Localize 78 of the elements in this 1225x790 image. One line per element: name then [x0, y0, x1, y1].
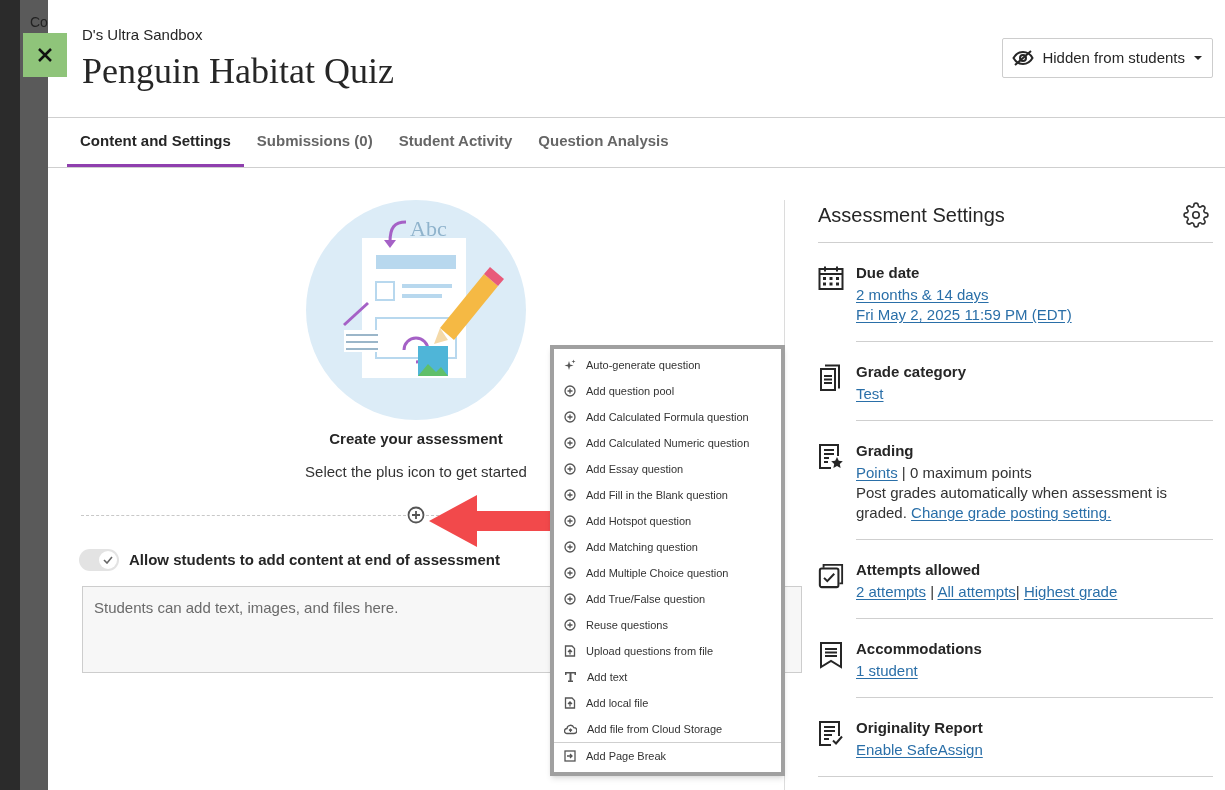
menu-item[interactable]: Add Multiple Choice question — [554, 560, 781, 586]
menu-item[interactable]: Add True/False question — [554, 586, 781, 612]
close-icon — [37, 47, 53, 63]
menu-item[interactable]: Add Matching question — [554, 534, 781, 560]
setting-link[interactable]: Test — [856, 384, 884, 404]
menu-item[interactable]: Add Page Break — [554, 743, 781, 769]
setting-title: Originality Report — [856, 718, 984, 738]
file-upload-icon — [564, 697, 576, 709]
plus-circle-icon — [564, 411, 576, 423]
close-button[interactable] — [23, 33, 67, 77]
setting-title: Attempts allowed — [856, 560, 982, 580]
tab[interactable]: Question Analysis — [525, 118, 682, 167]
grading-document-icon — [818, 443, 844, 471]
menu-item[interactable]: Auto-generate question — [554, 352, 781, 378]
setting-link[interactable]: Fri May 2, 2025 11:59 PM (EDT) — [856, 305, 1072, 325]
page-title: Penguin Habitat Quiz — [82, 49, 394, 93]
setting-title: Accommodations — [856, 639, 983, 659]
caret-icon — [1193, 55, 1203, 61]
menu-item[interactable]: Add file from Cloud Storage — [554, 716, 781, 742]
setting-link[interactable]: 2 months & 14 days — [856, 285, 989, 305]
setting-title: Grading — [856, 441, 915, 461]
plus-circle-icon — [564, 593, 576, 605]
cloud-upload-icon — [564, 723, 577, 735]
check-icon — [103, 556, 113, 565]
setting-link[interactable]: Points — [856, 464, 898, 481]
create-hint: Select the plus icon to get started — [305, 461, 527, 482]
setting-link[interactable]: All attempts — [937, 583, 1016, 600]
menu-item[interactable]: Add local file — [554, 690, 781, 716]
visibility-dropdown[interactable]: Hidden from students — [1002, 38, 1213, 78]
menu-item[interactable]: Add Fill in the Blank question — [554, 482, 781, 508]
sparkle-icon — [564, 359, 576, 371]
plus-circle-icon — [564, 463, 576, 475]
eye-off-icon — [1012, 49, 1035, 67]
create-heading: Create your assessment — [329, 429, 503, 449]
setting-link[interactable]: Change grade posting setting. — [911, 504, 1112, 521]
tab[interactable]: Content and Settings — [67, 118, 244, 167]
setting-text: Post grades automatically when assessment is graded. Change grade posting setting. — [856, 483, 1168, 523]
setting-title: Grade category — [856, 362, 968, 382]
course-name: D's Ultra Sandbox — [82, 25, 204, 45]
settings-button[interactable] — [1183, 202, 1209, 228]
setting-link[interactable]: Enable SafeAssign — [856, 740, 983, 760]
tab[interactable]: Student Activity — [385, 118, 526, 167]
setting-text: Points | 0 maximum points — [856, 463, 1033, 483]
setting-link[interactable]: 2 attempts — [856, 583, 927, 600]
menu-item[interactable]: Upload questions from file — [554, 638, 781, 664]
settings-icon — [1183, 202, 1209, 228]
toggle-label: Allow students to add content at end of assessment — [129, 550, 500, 570]
plus-circle-icon — [564, 437, 576, 449]
plus-circle-icon — [564, 541, 576, 553]
menu-item[interactable]: Reuse questions — [554, 612, 781, 638]
plus-circle-icon — [564, 619, 576, 631]
menu-item[interactable]: Add Essay question — [554, 456, 781, 482]
bookmark-icon — [819, 641, 843, 669]
menu-item[interactable]: Add Calculated Numeric question — [554, 430, 781, 456]
menu-item[interactable]: Add Calculated Formula question — [554, 404, 781, 430]
plus-circle-icon — [564, 385, 576, 397]
setting-link[interactable]: 1 student — [856, 661, 918, 681]
plus-circle-icon — [564, 515, 576, 527]
calendar-icon — [818, 265, 844, 291]
plus-circle-icon — [564, 567, 576, 579]
file-upload-icon — [564, 645, 576, 657]
settings-title: Assessment Settings — [818, 203, 1005, 228]
report-check-icon — [818, 720, 844, 748]
plus-circle-icon — [564, 489, 576, 501]
toggle-switch[interactable] — [79, 549, 119, 572]
menu-item[interactable]: Add question pool — [554, 378, 781, 404]
text-icon — [564, 671, 577, 683]
setting-title: Due date — [856, 263, 921, 283]
stacked-checkbox-icon — [818, 562, 844, 590]
setting-text: 2 attempts | All attempts| Highest grade — [856, 582, 1119, 602]
tab[interactable]: Submissions (0) — [243, 118, 386, 167]
menu-item[interactable]: Add Hotspot question — [554, 508, 781, 534]
page-break-icon — [564, 750, 576, 762]
add-content-button[interactable] — [406, 505, 426, 525]
plus-circle-icon — [407, 506, 425, 524]
setting-link[interactable]: Highest grade — [1023, 583, 1118, 600]
illustration-label: Abc — [410, 215, 447, 243]
background-page-text: Co — [30, 13, 48, 32]
